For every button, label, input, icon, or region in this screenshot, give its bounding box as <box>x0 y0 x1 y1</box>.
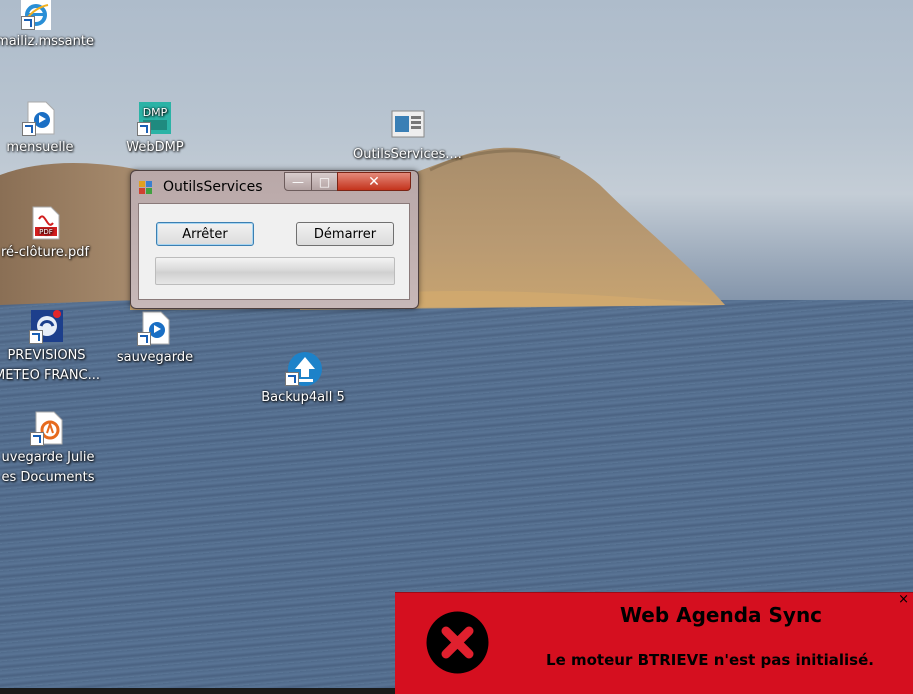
desktop-icon-sauvegarde-julie[interactable]: uvegarde Julie es Documents <box>0 410 104 488</box>
shortcut-arrow-icon <box>28 330 43 344</box>
shortcut-arrow-icon <box>21 16 35 30</box>
desktop-icon-label-line2: METEO FRANC... <box>0 368 101 383</box>
progress-bar <box>155 257 395 285</box>
backup-icon <box>137 310 173 346</box>
close-icon: ✕ <box>368 174 380 190</box>
webdmp-icon: DMP <box>137 100 173 136</box>
desktop-icon-sauvegarde[interactable]: sauvegarde <box>115 310 195 368</box>
svg-text:PDF: PDF <box>39 228 53 236</box>
error-notification[interactable]: Web Agenda Sync Le moteur BTRIEVE n'est … <box>395 592 913 694</box>
window-client-area: Arrêter Démarrer <box>138 203 410 300</box>
svg-text:DMP: DMP <box>143 106 168 119</box>
error-icon <box>426 611 489 674</box>
internet-explorer-icon <box>21 0 51 30</box>
taskbar-edge <box>0 688 395 694</box>
desktop-icon-label-line1: PREVISIONS <box>7 348 86 363</box>
desktop-icon-label: mailiz.mssante <box>0 34 94 49</box>
desktop-icon-label: WebDMP <box>126 140 184 155</box>
desktop-icon-recloture-pdf[interactable]: PDF ré-clôture.pdf <box>0 205 100 263</box>
maximize-icon: □ <box>318 175 331 189</box>
notification-message: Le moteur BTRIEVE n'est pas initialisé. <box>546 651 874 669</box>
desktop-icon-label-line1: uvegarde Julie <box>1 450 95 465</box>
desktop-icon-outilsservices[interactable]: OutilsServices.... <box>350 107 465 165</box>
notification-close-icon[interactable]: × <box>898 592 909 607</box>
outilsservices-window[interactable]: OutilsServices — □ ✕ Arrêter Démarrer <box>130 170 419 309</box>
start-button[interactable]: Démarrer <box>296 222 394 246</box>
stop-button[interactable]: Arrêter <box>156 222 254 246</box>
minimize-icon: — <box>292 175 304 189</box>
app-icon <box>139 180 153 194</box>
window-titlebar[interactable]: OutilsServices — □ ✕ <box>131 171 418 203</box>
minimize-button[interactable]: — <box>284 172 312 191</box>
pdf-icon: PDF <box>27 205 63 241</box>
desktop-icon-label: OutilsServices.... <box>353 147 462 162</box>
backup-julie-icon <box>30 410 66 446</box>
maximize-button[interactable]: □ <box>311 172 338 191</box>
desktop-icon-label: Backup4all 5 <box>261 390 345 405</box>
desktop-icon-label: ré-clôture.pdf <box>0 245 90 260</box>
desktop-icon-label-line2: es Documents <box>1 470 95 485</box>
shortcut-arrow-icon <box>137 332 151 346</box>
desktop-icon-label: mensuelle <box>6 140 74 155</box>
shortcut-arrow-icon <box>22 122 36 136</box>
shortcut-icon <box>22 100 58 136</box>
desktop-icon-label: sauvegarde <box>116 350 194 365</box>
desktop: mailiz.mssante mensuelle DMP WebDMP Outi… <box>0 0 913 694</box>
desktop-icon-previsions-meteo[interactable]: PREVISIONS METEO FRANC... <box>0 308 101 386</box>
desktop-icon-backup4all[interactable]: Backup4all 5 <box>258 350 348 408</box>
desktop-icon-mailiz[interactable]: mailiz.mssante <box>0 0 95 52</box>
caption-buttons: — □ ✕ <box>284 172 411 192</box>
meteo-icon <box>28 308 65 344</box>
shortcut-arrow-icon <box>30 432 44 446</box>
desktop-icon-webdmp[interactable]: DMP WebDMP <box>115 100 195 158</box>
notification-title: Web Agenda Sync <box>619 603 823 627</box>
backup4all-icon <box>285 350 322 386</box>
shortcut-arrow-icon <box>285 372 299 386</box>
desktop-icon-mensuelle[interactable]: mensuelle <box>0 100 80 158</box>
shortcut-arrow-icon <box>137 122 151 136</box>
window-title: OutilsServices <box>163 179 263 195</box>
close-button[interactable]: ✕ <box>337 172 411 191</box>
outilsservices-icon <box>390 107 426 143</box>
